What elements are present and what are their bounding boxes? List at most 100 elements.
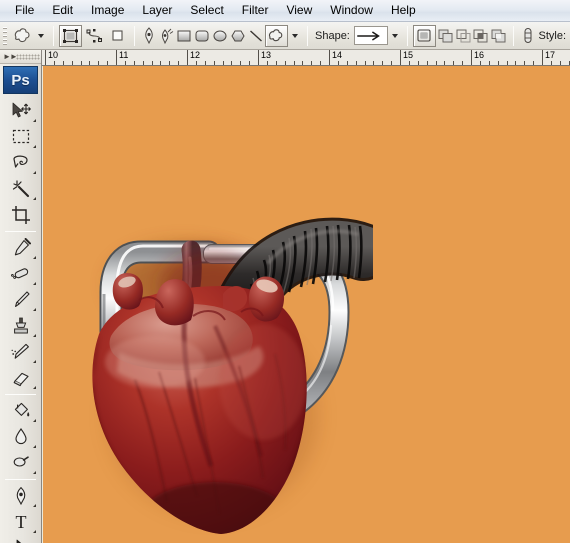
path-selection-tool[interactable] — [4, 535, 38, 543]
eraser-icon — [13, 372, 29, 387]
ruler-minor-tick — [284, 61, 286, 65]
menu-edit[interactable]: Edit — [43, 1, 82, 20]
pen-tool-button[interactable] — [140, 26, 158, 46]
tool-preset-chevron-down-icon[interactable] — [38, 33, 45, 38]
flyout-triangle-icon — [32, 282, 36, 285]
document-canvas[interactable] — [43, 66, 570, 543]
ruler-minor-tick — [462, 61, 464, 65]
dodge-icon — [13, 456, 29, 467]
move-tool[interactable] — [4, 98, 38, 124]
healing-brush-tool[interactable] — [4, 261, 38, 287]
healing-brush-icon — [10, 268, 28, 279]
polygon-icon — [231, 30, 245, 41]
line-icon — [249, 29, 262, 42]
intersect-shape-areas-button[interactable] — [472, 26, 490, 46]
brush-tool[interactable] — [4, 287, 38, 313]
crop-icon — [11, 206, 30, 224]
menu-help[interactable]: Help — [382, 1, 425, 20]
brush-icon — [14, 291, 30, 307]
menu-window[interactable]: Window — [321, 1, 382, 20]
ruler-minor-tick — [151, 61, 153, 65]
ruler-minor-tick — [497, 61, 499, 65]
options-bar: Shape: Style: — [0, 22, 570, 50]
path-icon — [86, 28, 102, 42]
flyout-triangle-icon — [32, 504, 36, 507]
shape-layer-icon — [63, 28, 79, 43]
lasso-tool[interactable] — [4, 150, 38, 176]
magic-wand-tool[interactable] — [4, 176, 38, 202]
paint-bucket-icon — [14, 402, 29, 417]
clone-stamp-tool[interactable] — [4, 313, 38, 339]
options-bar-grip[interactable] — [0, 22, 9, 49]
rounded-rectangle-tool-button[interactable] — [193, 26, 211, 46]
create-new-shape-layer-button[interactable] — [412, 24, 437, 47]
ruler-minor-tick — [133, 61, 135, 65]
magic-wand-icon — [12, 180, 29, 198]
ruler-minor-tick — [408, 61, 410, 65]
exclude-overlapping-areas-button[interactable] — [490, 26, 508, 46]
rectangle-tool-button[interactable] — [175, 26, 193, 46]
move-icon — [12, 102, 31, 118]
custom-shape-tool-button[interactable] — [264, 24, 288, 47]
fill-pixels-mode-button[interactable] — [106, 25, 129, 47]
ruler-minor-tick — [373, 61, 375, 65]
menu-layer[interactable]: Layer — [133, 1, 181, 20]
subtract-from-shape-area-button[interactable] — [454, 26, 472, 46]
ruler-minor-tick — [107, 61, 109, 65]
dodge-tool[interactable] — [4, 450, 38, 476]
freeform-pen-tool-button[interactable] — [158, 26, 176, 46]
ruler-minor-tick — [355, 61, 357, 65]
flyout-triangle-icon — [32, 360, 36, 363]
shape-picker-chevron-down-icon[interactable] — [391, 33, 398, 38]
line-tool-button[interactable] — [247, 26, 265, 46]
shape-layers-mode-button[interactable] — [59, 24, 83, 47]
crop-tool[interactable] — [4, 202, 38, 228]
ruler-label: 12 — [190, 50, 201, 60]
history-brush-tool[interactable] — [4, 339, 38, 365]
ellipse-tool-button[interactable] — [211, 26, 229, 46]
horizontal-type-tool[interactable]: T — [4, 509, 38, 535]
menu-file[interactable]: File — [6, 1, 43, 20]
menu-image[interactable]: Image — [82, 1, 133, 20]
flyout-triangle-icon — [32, 445, 36, 448]
tool-preset-picker[interactable] — [11, 25, 34, 47]
ruler-minor-tick — [559, 61, 561, 65]
shape-preview-swatch[interactable] — [353, 26, 388, 45]
menu-select[interactable]: Select — [181, 1, 232, 20]
intersect-shape-area-icon — [473, 29, 488, 42]
paths-mode-button[interactable] — [82, 25, 105, 47]
menu-filter[interactable]: Filter — [233, 1, 278, 20]
gradient-tool[interactable] — [4, 398, 38, 424]
options-separator-3 — [307, 25, 308, 46]
toolbox-collapse-handle[interactable]: ►► — [0, 50, 41, 64]
add-to-shape-area-button[interactable] — [436, 26, 454, 46]
link-styles-button[interactable] — [519, 26, 537, 46]
eyedropper-tool[interactable] — [4, 235, 38, 261]
pen-icon — [144, 26, 153, 44]
ruler-minor-tick — [346, 61, 348, 65]
options-separator-4 — [406, 25, 408, 46]
ruler-minor-tick — [275, 61, 277, 65]
ruler-minor-tick — [453, 61, 455, 65]
eraser-tool[interactable] — [4, 365, 38, 391]
polygon-tool-button[interactable] — [229, 26, 247, 46]
menu-view[interactable]: View — [277, 1, 321, 20]
ruler-minor-tick — [550, 61, 552, 65]
rectangular-marquee-tool[interactable] — [4, 124, 38, 150]
custom-shape-chevron-down-icon[interactable] — [292, 33, 298, 38]
ruler-minor-tick — [302, 61, 304, 65]
blur-drop-icon — [14, 428, 27, 445]
rectangle-icon — [177, 30, 191, 41]
flyout-triangle-icon — [32, 386, 36, 389]
filled-square-icon — [112, 30, 123, 41]
custom-shape-icon — [15, 27, 31, 42]
path-arrow-icon — [16, 539, 21, 543]
clone-stamp-icon — [13, 317, 28, 334]
ruler-minor-tick — [320, 61, 322, 65]
ruler-minor-tick — [213, 61, 215, 65]
exclude-shape-area-icon — [491, 29, 506, 42]
pen-tool[interactable] — [4, 483, 38, 509]
heart-organ — [92, 272, 307, 534]
horizontal-ruler[interactable]: 10 11 12 13 14 15 16 17 — [0, 50, 570, 66]
blur-tool[interactable] — [4, 424, 38, 450]
